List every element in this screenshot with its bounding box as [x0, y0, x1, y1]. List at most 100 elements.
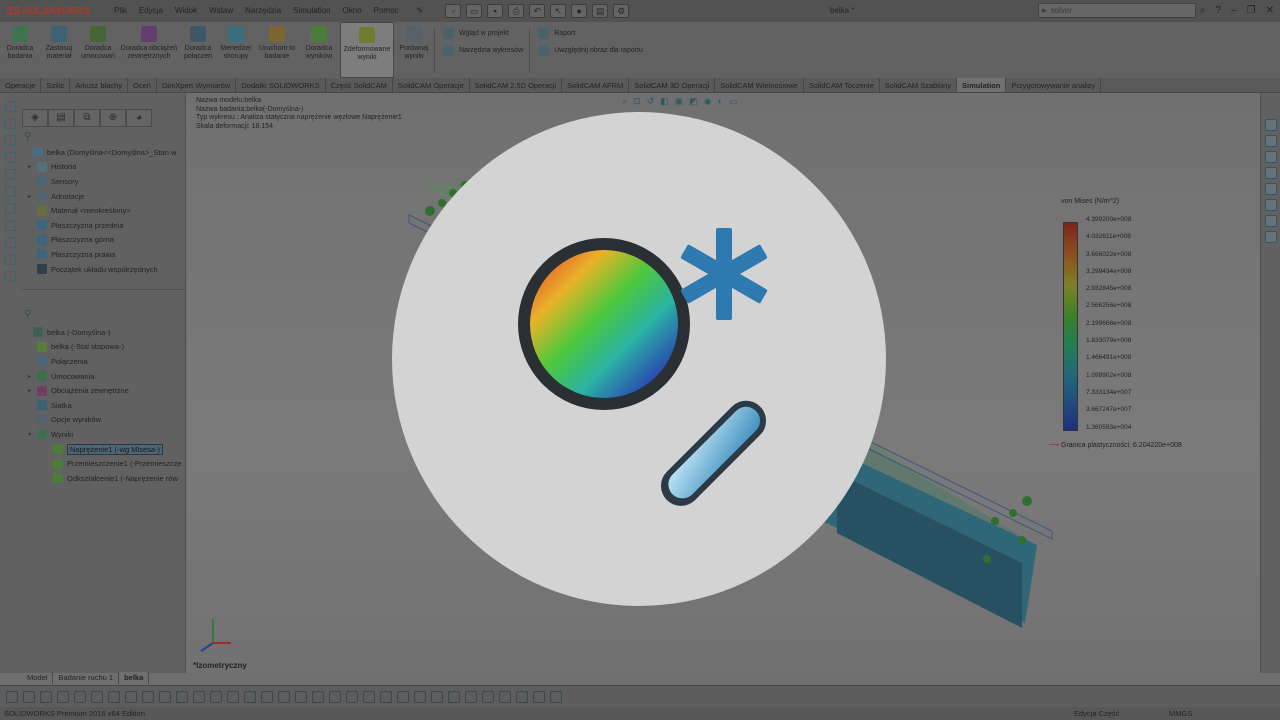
tab-3[interactable]: Oceń: [128, 78, 157, 92]
menu-simulation[interactable]: Simulation: [287, 0, 336, 22]
tab-study-belka[interactable]: belka: [119, 672, 150, 684]
tree-node[interactable]: ▸ Umocowania: [24, 369, 182, 384]
tree-node[interactable]: Materiał <nieokreślony>: [24, 203, 182, 218]
menu-narzedzia[interactable]: Narzędzia: [239, 0, 287, 22]
report-group-item[interactable]: Raport: [538, 28, 643, 39]
tab-9[interactable]: SolidCAM AFRM: [562, 78, 630, 92]
tree-node[interactable]: Siatka: [24, 398, 182, 413]
design-library-icon[interactable]: [1264, 151, 1277, 163]
relations-tool-icon[interactable]: [414, 690, 426, 703]
magnifier-icon[interactable]: ⌕: [1200, 0, 1206, 22]
tree-node[interactable]: ▸ Historia: [24, 160, 182, 175]
tab-2[interactable]: Arkusz blachy: [70, 78, 129, 92]
feature-tree-icon[interactable]: ◈: [22, 109, 48, 127]
tab-5[interactable]: Dodatki SOLIDWORKS: [236, 78, 326, 92]
property-manager-icon[interactable]: ▤: [48, 109, 74, 127]
section-view-icon[interactable]: [4, 254, 16, 265]
dimxpert-icon[interactable]: ⊕: [100, 109, 126, 127]
cmd-button-6[interactable]: Uruchom to badanie: [256, 22, 298, 78]
centerline-tool-icon[interactable]: [261, 690, 273, 703]
cmd-button-9[interactable]: Porównaj wyniki: [394, 22, 434, 78]
tab-8[interactable]: SolidCAM 2.5D Operacji: [470, 78, 563, 92]
circle-icon[interactable]: [4, 152, 16, 163]
options-gear-icon[interactable]: ⚙: [613, 4, 630, 18]
tree-node[interactable]: Naprężenie1 (-wg Misesa-): [24, 442, 182, 457]
tab-model[interactable]: Model: [22, 672, 54, 684]
spline-icon[interactable]: [4, 169, 16, 180]
file-explorer-icon[interactable]: [1264, 167, 1277, 179]
tree-node[interactable]: belka (-Domyślna-): [24, 325, 182, 340]
new-document-icon[interactable]: ▫: [445, 4, 462, 18]
spline-tool-icon[interactable]: [159, 690, 171, 703]
arc-tool-icon[interactable]: [125, 690, 137, 703]
search-box[interactable]: ▸ solver: [1038, 3, 1196, 18]
print-icon[interactable]: ⎙: [508, 4, 525, 18]
search-input[interactable]: solver: [1051, 6, 1072, 15]
construction-geometry-icon[interactable]: [516, 690, 528, 703]
tab-motion-study[interactable]: Badanie ruchu 1: [53, 672, 120, 684]
tab-15[interactable]: Przygotowywanie analizy: [1006, 78, 1102, 92]
tab-4[interactable]: DimXpert Wymiarów: [157, 78, 237, 92]
mirror-tool-icon[interactable]: [329, 690, 341, 703]
trim-tool-icon[interactable]: [278, 690, 290, 703]
cmd-button-1[interactable]: Zastosuj materiał: [40, 22, 78, 78]
fillet-icon[interactable]: [4, 186, 16, 197]
tab-13[interactable]: SolidCAM Szablony: [880, 78, 958, 92]
display-icon[interactable]: [4, 237, 16, 248]
display-manager-icon[interactable]: ◕: [126, 109, 152, 127]
custom-properties-icon[interactable]: [1264, 215, 1277, 227]
tab-7[interactable]: SolidCAM Operacje: [393, 78, 470, 92]
forum-icon[interactable]: [1264, 231, 1277, 243]
tree-node[interactable]: Płaszczyzna górna: [24, 233, 182, 248]
tree-node[interactable]: Płaszczyzna przednia: [24, 218, 182, 233]
line-tool-icon[interactable]: [57, 690, 69, 703]
tree-node[interactable]: Sensory: [24, 174, 182, 189]
menu-edycja[interactable]: Edycja: [133, 0, 169, 22]
filter-icon[interactable]: ⚲: [24, 131, 31, 142]
select-arrow-icon[interactable]: [40, 690, 52, 703]
text-tool-icon[interactable]: [227, 690, 239, 703]
solidworks-logo[interactable]: 3S SOLIDWORKS: [0, 4, 108, 18]
tree-node[interactable]: ▾ Wyniki: [24, 427, 182, 442]
menu-widok[interactable]: Widok: [169, 0, 203, 22]
scale-tool-icon[interactable]: [397, 690, 409, 703]
tab-14[interactable]: Simulation: [957, 78, 1007, 92]
expand-arrow-icon[interactable]: ▸: [28, 163, 37, 170]
save-icon[interactable]: ▪: [487, 4, 504, 18]
tab-6[interactable]: Część SolidCAM: [326, 78, 393, 92]
stress-legend[interactable]: von Mises (N/m^2) 4.399200e+008 4.032611e…: [1049, 198, 1221, 449]
offset-tool-icon[interactable]: [312, 690, 324, 703]
tree-node[interactable]: Przemieszczenie1 (-Przemieszcze: [24, 456, 182, 471]
arc-icon[interactable]: [4, 135, 16, 146]
tree-node[interactable]: ▸ Obciążenia zewnętrzne: [24, 383, 182, 398]
fillet-tool-icon[interactable]: [193, 690, 205, 703]
pattern-tool-icon[interactable]: [346, 690, 358, 703]
line-icon[interactable]: [4, 118, 16, 129]
smart-dimension-icon[interactable]: [23, 690, 35, 703]
rapid-sketch-icon[interactable]: [465, 690, 477, 703]
extend-tool-icon[interactable]: [295, 690, 307, 703]
cmd-button-7[interactable]: Doradca wyników: [298, 22, 340, 78]
menu-wstaw[interactable]: Wstaw: [203, 0, 239, 22]
configuration-icon[interactable]: ⧉: [74, 109, 100, 127]
expand-arrow-icon[interactable]: ▸: [28, 193, 37, 200]
dimension-icon[interactable]: [4, 203, 16, 214]
view-palette-icon[interactable]: [1264, 183, 1277, 195]
tab-0[interactable]: Operacje: [0, 78, 42, 92]
close-icon[interactable]: ✕: [1266, 0, 1274, 22]
cmd-button-2[interactable]: Doradca umocowań: [78, 22, 118, 78]
select-icon[interactable]: ↖: [550, 4, 567, 18]
help-icon[interactable]: ?: [1216, 0, 1222, 22]
point-tool-icon[interactable]: [244, 690, 256, 703]
appearances-icon[interactable]: [1264, 199, 1277, 211]
home-icon[interactable]: [1264, 119, 1277, 131]
tree-node[interactable]: Początek układu współrzędnych: [24, 262, 182, 277]
menu-plik[interactable]: Plik: [108, 0, 133, 22]
pin-icon[interactable]: ✎: [411, 0, 430, 22]
quick-snaps-icon[interactable]: [448, 690, 460, 703]
tab-11[interactable]: SolidCAM Wieloosiowe: [715, 78, 804, 92]
tree-node[interactable]: belka (-Stal stopowa-): [24, 340, 182, 355]
chamfer-tool-icon[interactable]: [210, 690, 222, 703]
tool-extra-icon[interactable]: [550, 690, 562, 703]
cmd-button-0[interactable]: Doradca badania: [0, 22, 40, 78]
